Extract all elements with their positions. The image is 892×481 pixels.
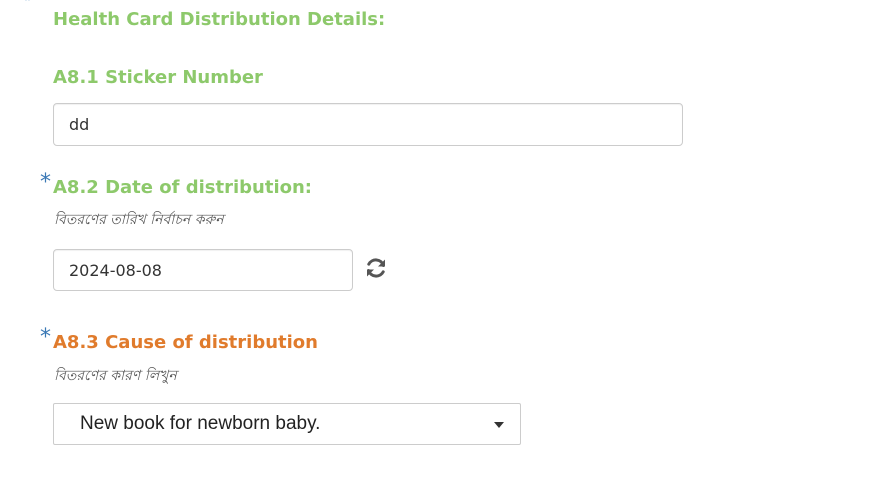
distribution-date-label: A8.2 Date of distribution: <box>53 177 312 198</box>
chevron-down-icon[interactable] <box>494 422 504 428</box>
distribution-cause-hint: বিতরণের কারণ লিখুন <box>54 368 177 384</box>
required-star: * <box>40 170 51 195</box>
distribution-date-hint: বিতরণের তারিখ নির্বাচন করুন <box>54 212 224 228</box>
distribution-date-input[interactable]: 2024-08-08 <box>53 249 353 291</box>
distribution-cause-label: A8.3 Cause of distribution <box>53 332 318 353</box>
sticker-number-value: dd <box>69 115 90 134</box>
distribution-date-value: 2024-08-08 <box>69 260 162 280</box>
sticker-number-label: A8.1 Sticker Number <box>53 67 263 88</box>
form-page: * Health Card Distribution Details: A8.1… <box>0 0 892 481</box>
refresh-icon[interactable] <box>364 256 388 280</box>
required-star: * <box>24 0 32 11</box>
sticker-number-input[interactable]: dd <box>53 103 683 146</box>
distribution-cause-select[interactable]: New book for newborn baby. <box>53 403 521 445</box>
section-title: Health Card Distribution Details: <box>53 9 386 30</box>
distribution-cause-selected: New book for newborn baby. <box>80 413 321 434</box>
required-star: * <box>40 325 51 350</box>
refresh-icon-graphic <box>367 258 385 278</box>
